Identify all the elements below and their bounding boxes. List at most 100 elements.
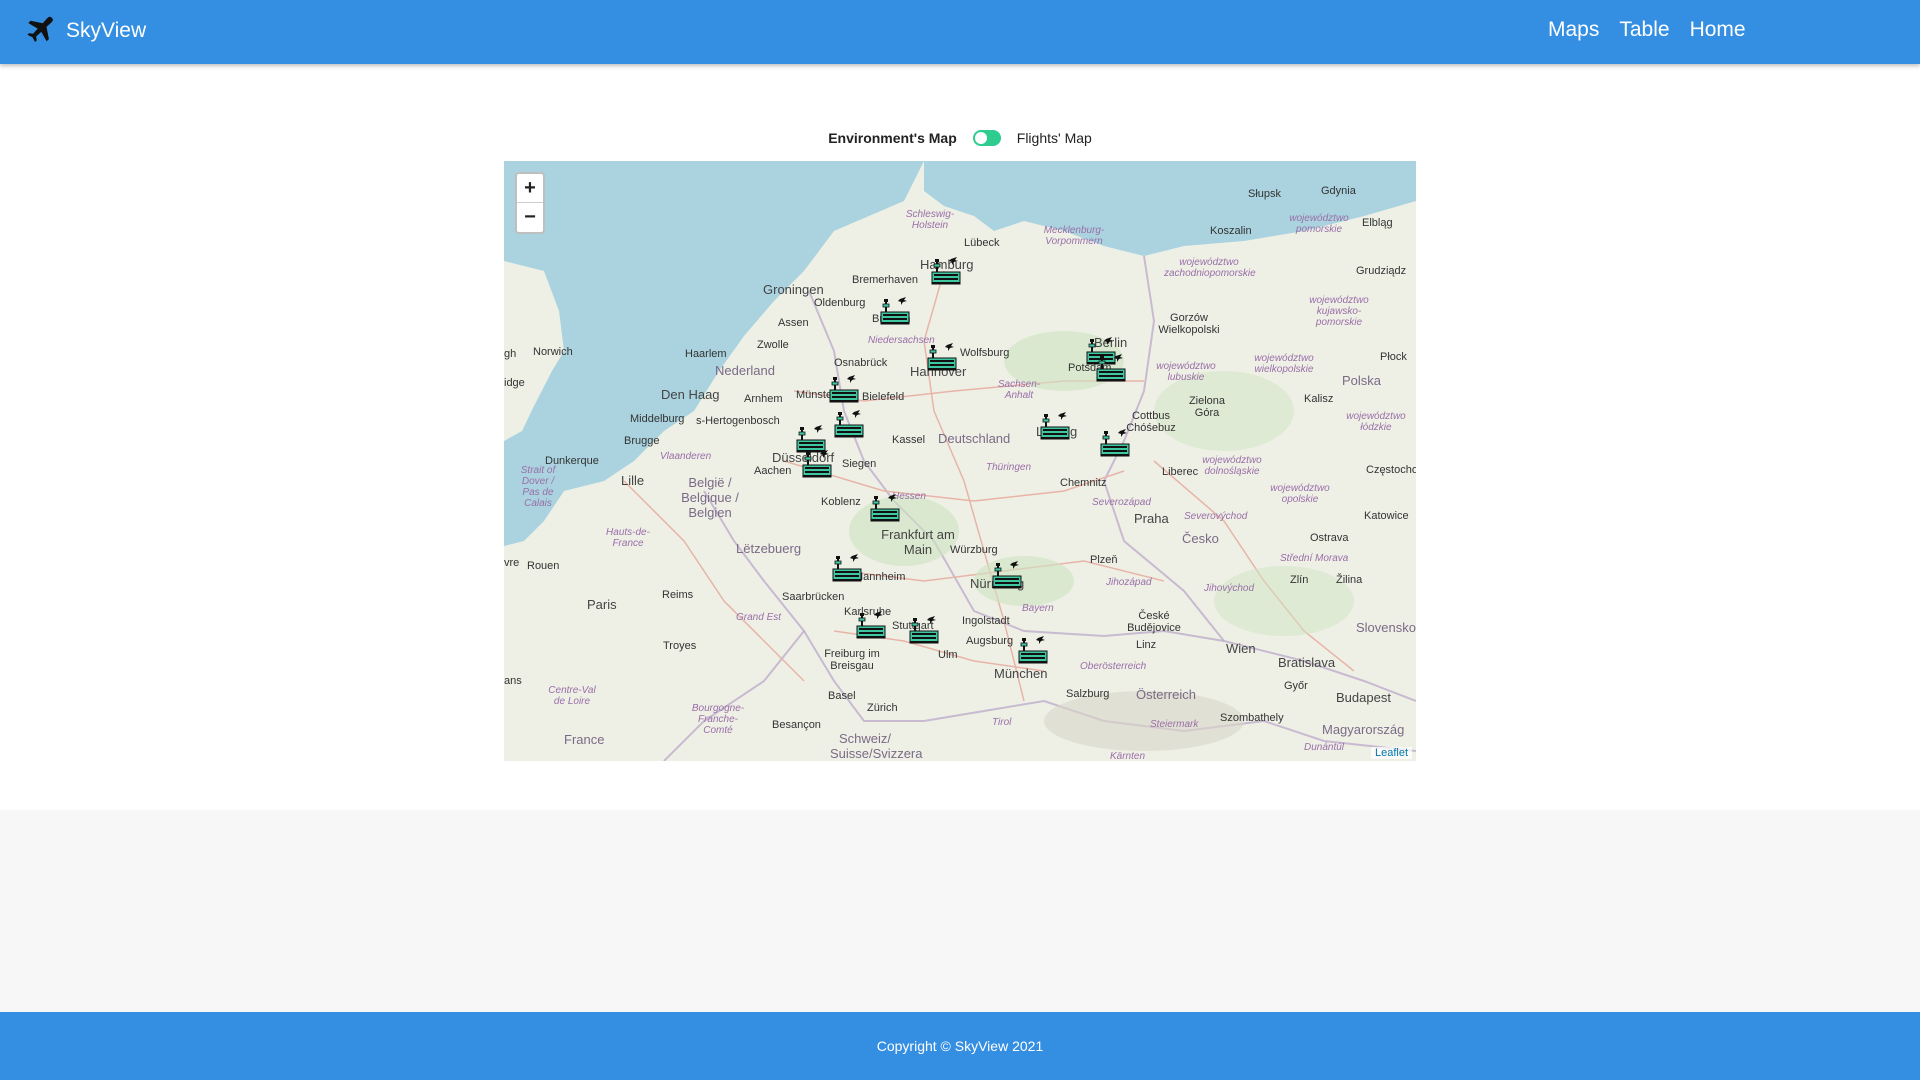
map-label: München <box>994 666 1048 681</box>
flights-map-label: Flights' Map <box>1016 130 1092 146</box>
airport-marker[interactable] <box>868 490 902 524</box>
map-label: České Budějovice <box>1127 610 1181 634</box>
map-label: Troyes <box>663 640 697 652</box>
map-label: Praha <box>1134 511 1169 526</box>
map-label: Magyarország <box>1322 722 1405 737</box>
nav-link-maps[interactable]: Maps <box>1548 18 1599 42</box>
airport-icon <box>870 494 900 522</box>
map-region-label: województwo wielkopolskie <box>1254 353 1314 375</box>
airport-marker[interactable] <box>1016 632 1050 666</box>
airport-marker[interactable] <box>1038 408 1072 442</box>
airport-marker[interactable] <box>907 612 941 646</box>
map-label: Bratislava <box>1278 655 1336 670</box>
footer: Copyright © SkyView 2021 <box>0 1012 1920 1080</box>
map-label: Chemnitz <box>1060 477 1107 489</box>
airport-icon <box>856 611 886 639</box>
map-region-label: Kärnten <box>1110 751 1146 761</box>
map-region-label: Centre-Val de Loire <box>548 685 596 707</box>
map-label: Bremerhaven <box>852 274 919 286</box>
map-label: idge <box>504 377 525 389</box>
map-mode-switch[interactable] <box>972 130 1001 146</box>
airport-marker[interactable] <box>1098 425 1132 459</box>
airport-icon <box>802 450 832 478</box>
map-label: Oldenburg <box>814 297 866 309</box>
map-region-label: Bourgogne-Franche-Comté <box>691 703 745 736</box>
map-label: Wolfsburg <box>960 347 1010 359</box>
map-region-label: Střední Morava <box>1280 553 1349 564</box>
map-label: Ulm <box>938 649 958 661</box>
airport-marker[interactable] <box>854 607 888 641</box>
airport-icon <box>829 375 859 403</box>
map-region-label: Steiermark <box>1150 719 1199 730</box>
map-label: Žilina <box>1336 574 1363 586</box>
zoom-in-button[interactable]: + <box>517 174 543 203</box>
airport-icon <box>832 554 862 582</box>
map-label: Koblenz <box>821 496 861 508</box>
map-label: Lille <box>621 473 645 488</box>
map-label: Den Haag <box>661 387 720 402</box>
map-label: Middelburg <box>630 413 685 425</box>
map-region-label: województwo kujawsko-pomorskie <box>1309 295 1369 328</box>
map-region-label: Mecklenburg-Vorpommern <box>1043 225 1105 247</box>
map-label: Grudziądz <box>1356 265 1407 277</box>
map-region-label: województwo pomorskie <box>1289 213 1349 235</box>
brand-name: SkyView <box>66 19 147 42</box>
map-label: Rouen <box>527 560 560 572</box>
map-label: Freiburg im Breisgau <box>824 648 880 672</box>
airport-icon <box>1040 412 1070 440</box>
airport-marker[interactable] <box>832 406 866 440</box>
zoom-control: + − <box>515 172 545 234</box>
map-region-label: Tirol <box>992 717 1012 728</box>
map-label: Ingolstadt <box>962 615 1010 627</box>
map-label: Lëtzebuerg <box>736 541 802 556</box>
airport-marker[interactable] <box>990 557 1024 591</box>
airport-marker[interactable] <box>800 446 834 480</box>
map-region-label: Jihovýchod <box>1204 583 1255 594</box>
map-region-label: Hauts-de-France <box>606 527 650 549</box>
nav-link-home[interactable]: Home <box>1690 18 1746 42</box>
airport-marker[interactable] <box>929 253 963 287</box>
airport-marker[interactable] <box>830 550 864 584</box>
map-label: s-Hertogenbosch <box>696 415 780 427</box>
map-label: Plzeň <box>1090 554 1118 566</box>
map-label: Brugge <box>624 435 660 447</box>
map-label: Aachen <box>754 465 792 477</box>
map-label: ans <box>504 675 522 687</box>
map-region-label: województwo zachodniopomorskie <box>1164 257 1256 279</box>
map-container[interactable]: Słupsk Gdynia Elbląg Koszalin Lübeck Ham… <box>504 161 1416 761</box>
airport-marker[interactable] <box>1094 350 1128 384</box>
map-label: Wien <box>1226 641 1256 656</box>
map-label: Österreich <box>1136 687 1196 702</box>
map-label: Basel <box>828 690 856 702</box>
map-region-label: województwo opolskie <box>1270 483 1330 505</box>
brand-link[interactable]: SkyView <box>22 14 146 48</box>
airport-icon <box>1100 429 1130 457</box>
airport-icon <box>880 297 910 325</box>
map-region-label: Schleswig-Holstein <box>905 209 955 231</box>
zoom-out-button[interactable]: − <box>517 203 543 232</box>
map-label: Deutschland <box>938 431 1011 446</box>
map-label: Kassel <box>892 434 926 446</box>
map-label: Koszalin <box>1210 225 1252 237</box>
leaflet-attribution-link[interactable]: Leaflet <box>1370 747 1412 759</box>
map-region-label: Strait of Dover / Pas de Calais <box>520 465 556 509</box>
airport-marker[interactable] <box>878 293 912 327</box>
nav-link-table[interactable]: Table <box>1619 18 1669 42</box>
switch-knob <box>974 132 987 144</box>
map-region-label: Sachsen-Anhalt <box>997 379 1041 401</box>
map-label: Siegen <box>842 458 877 470</box>
map-region-label: województwo łódzkie <box>1346 411 1406 433</box>
airport-marker[interactable] <box>827 371 861 405</box>
map-label: Frankfurt am Main <box>881 527 955 557</box>
map-label: Katowice <box>1364 510 1409 522</box>
map-label: Haarlem <box>685 348 727 360</box>
map-label: gh <box>504 348 517 360</box>
map-label: Nederland <box>715 363 775 378</box>
map-label: Budapest <box>1336 690 1391 705</box>
map-label: Elbląg <box>1362 217 1393 229</box>
map-label: Zwolle <box>757 339 789 351</box>
airport-marker[interactable] <box>925 339 959 373</box>
map-label: Szombathely <box>1220 712 1284 724</box>
map-label: France <box>564 732 605 747</box>
map-region-label: Vlaanderen <box>660 451 712 462</box>
